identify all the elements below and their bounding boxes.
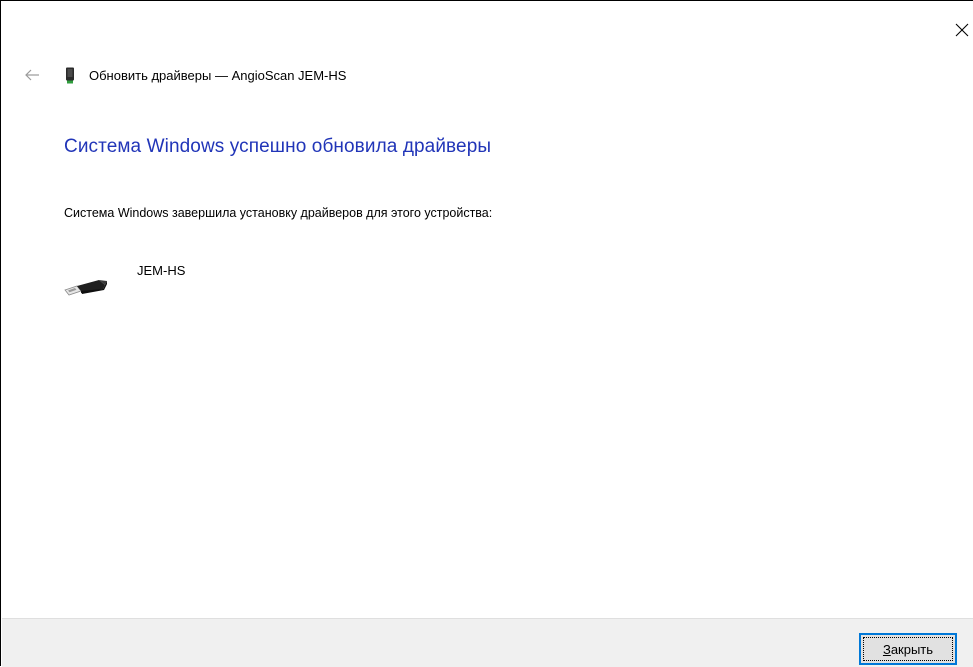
update-drivers-window: Обновить драйверы — AngioScan JEM-HS Сис… [0,0,973,667]
back-arrow-icon [25,69,39,81]
back-button[interactable] [21,65,43,85]
close-button-label: Закрыть [883,642,933,657]
close-icon [955,23,969,37]
device-entry: JEM-HS [61,263,361,303]
usb-connector-icon [64,280,107,296]
close-button[interactable]: Закрыть [859,633,957,665]
close-button-mnemonic: З [882,641,891,657]
dialog-footer: Закрыть [2,618,973,667]
page-description: Система Windows завершила установку драй… [64,206,493,220]
device-small-icon [63,66,77,84]
page-heading: Система Windows успешно обновила драйвер… [64,136,492,157]
wizard-header: Обновить драйверы — AngioScan JEM-HS [63,65,346,85]
window-close-button[interactable] [951,19,973,41]
close-button-label-rest: акрыть [890,641,934,657]
device-name: JEM-HS [137,263,186,278]
window-title: Обновить драйверы — AngioScan JEM-HS [89,67,347,83]
